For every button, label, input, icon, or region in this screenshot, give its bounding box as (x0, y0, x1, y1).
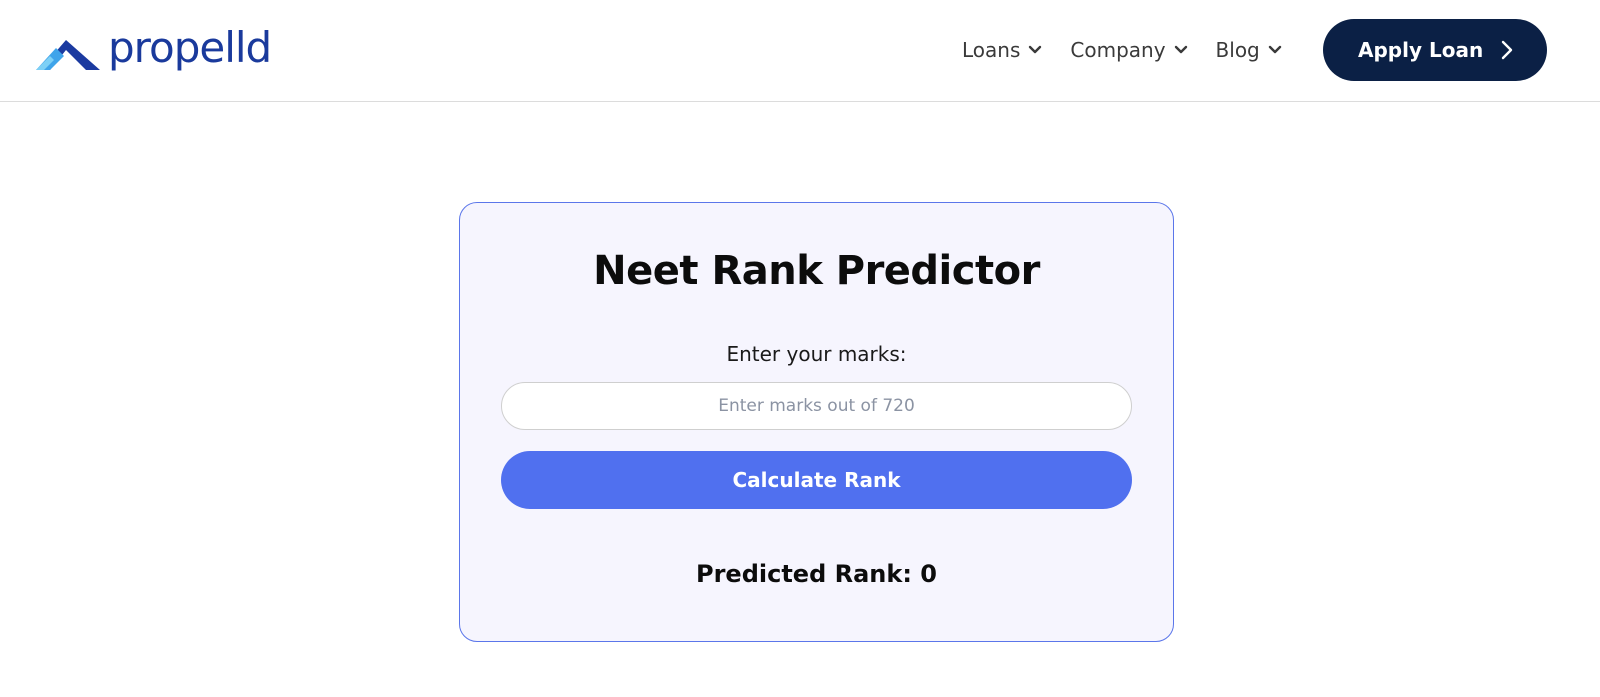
nav-item-blog[interactable]: Blog (1216, 38, 1282, 62)
main-nav: Loans Company Blog (962, 32, 1310, 68)
nav-item-company[interactable]: Company (1070, 38, 1187, 62)
nav-item-label: Blog (1215, 38, 1260, 62)
nav-item-loans[interactable]: Loans (962, 38, 1042, 62)
chevron-down-icon (1268, 45, 1282, 55)
marks-input[interactable] (501, 382, 1132, 430)
logo-mark-icon (36, 40, 100, 70)
chevron-down-icon (1028, 45, 1042, 55)
logo-text: propelld (108, 23, 272, 72)
site-header: propelld Loans Company Blog Apply Loan (0, 0, 1600, 102)
apply-loan-button[interactable]: Apply Loan (1323, 19, 1547, 81)
marks-label: Enter your marks: (726, 342, 907, 366)
propelld-logo[interactable]: propelld (36, 23, 272, 78)
calculate-rank-button[interactable]: Calculate Rank (501, 451, 1132, 509)
nav-item-label: Loans (962, 38, 1021, 62)
predicted-rank-text: Predicted Rank: 0 (696, 560, 937, 588)
nav-item-label: Company (1070, 38, 1166, 62)
chevron-right-icon (1501, 40, 1513, 65)
card-title: Neet Rank Predictor (593, 248, 1040, 294)
rank-predictor-card: Neet Rank Predictor Enter your marks: Ca… (459, 202, 1174, 642)
chevron-down-icon (1174, 45, 1188, 55)
apply-loan-label: Apply Loan (1358, 38, 1484, 62)
